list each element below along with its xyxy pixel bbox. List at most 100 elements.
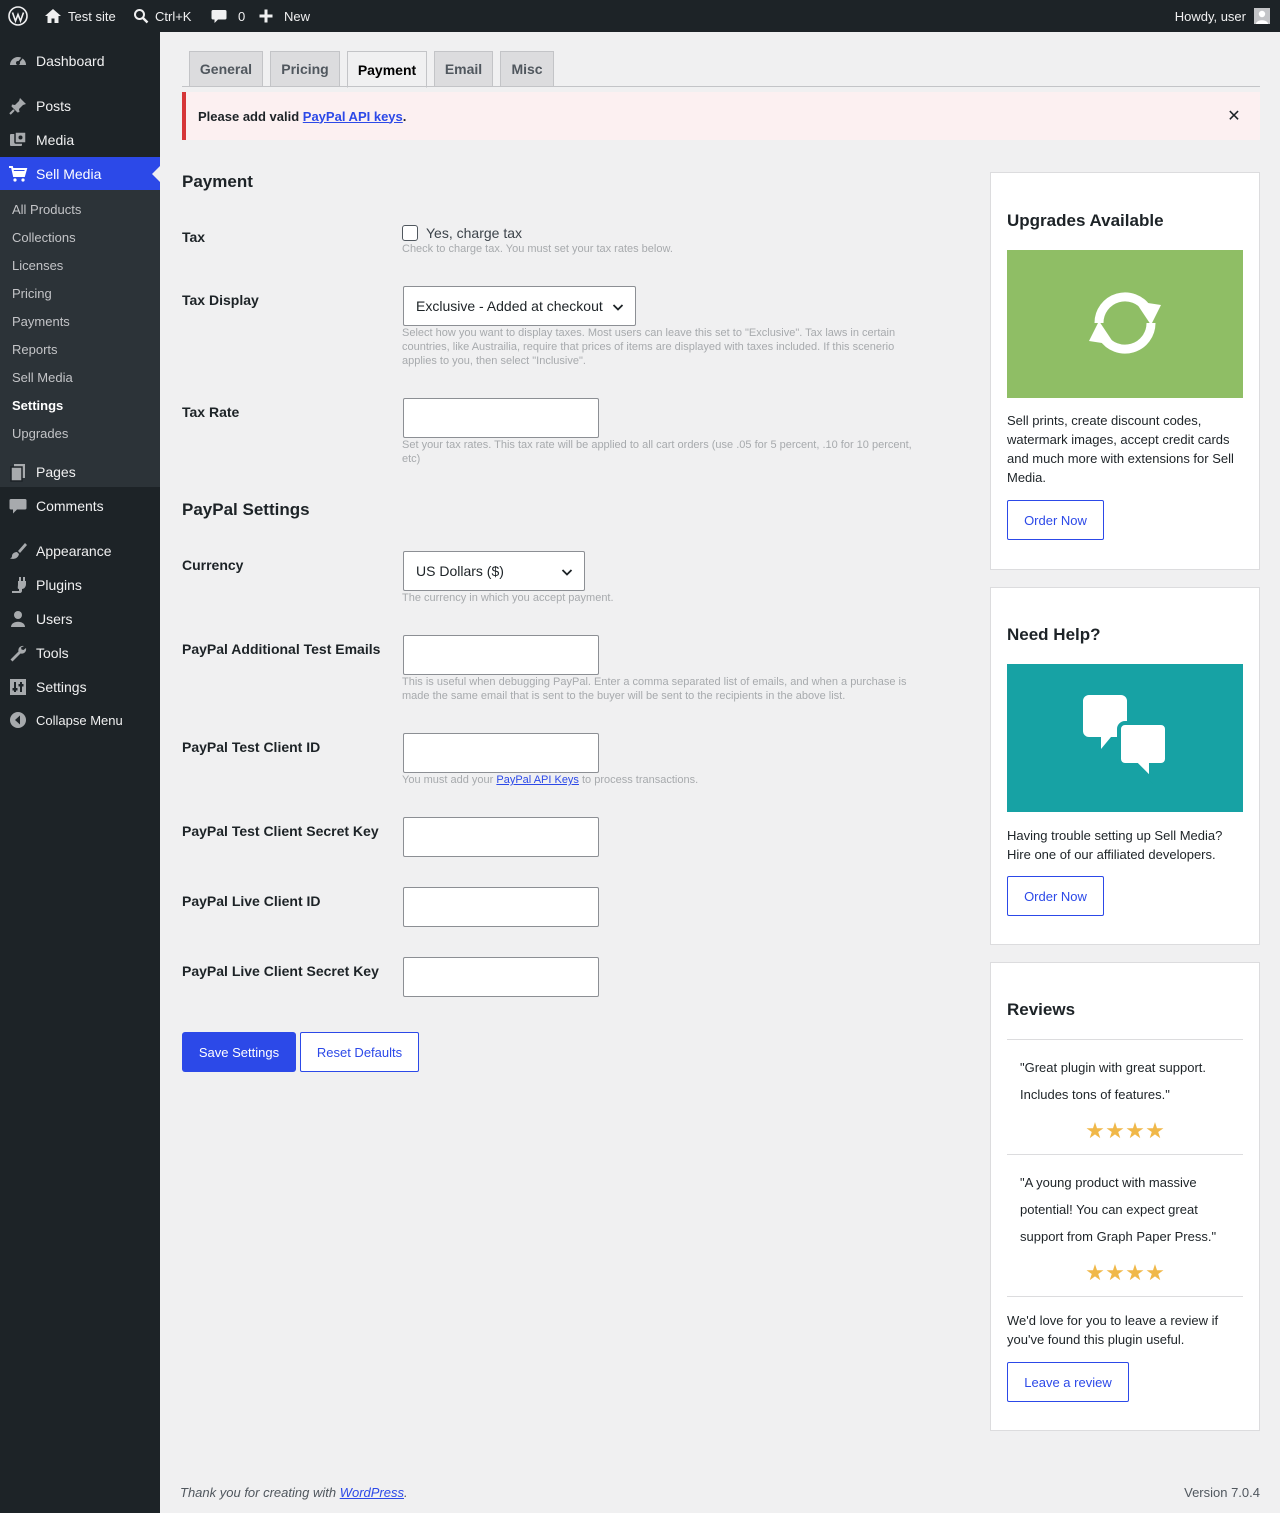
collapse-menu-button[interactable]: Collapse Menu — [0, 703, 160, 737]
review-rating-1: ★ ★ ★ ★ — [1085, 1120, 1165, 1142]
menu-settings[interactable]: Settings — [0, 670, 160, 704]
submenu-licenses[interactable]: Licenses — [12, 256, 63, 276]
paypal-api-keys-desc-link[interactable]: PayPal API Keys — [496, 774, 579, 786]
avatar — [1254, 8, 1270, 24]
admin-bar: Test site Ctrl+K 0 New Howdy, user — [0, 0, 1280, 32]
user-icon — [0, 609, 36, 629]
leave-review-button[interactable]: Leave a review — [1007, 1362, 1129, 1402]
menu-dashboard[interactable]: Dashboard — [0, 44, 160, 78]
wordpress-link[interactable]: WordPress — [340, 1485, 404, 1500]
paypal-test-emails-label: PayPal Additional Test Emails — [182, 641, 381, 657]
new-content-link[interactable]: New — [258, 0, 310, 32]
comment-icon — [0, 496, 36, 516]
tax-description: Check to charge tax. You must set your t… — [402, 243, 673, 255]
submenu-reports[interactable]: Reports — [12, 340, 58, 360]
paypal-test-client-id-input[interactable] — [403, 733, 599, 773]
paypal-live-client-id-input[interactable] — [403, 887, 599, 927]
upgrades-panel: Upgrades Available Sell prints, create d… — [990, 172, 1260, 570]
admin-sidebar: Dashboard Posts Media Sell Media All Pro… — [0, 32, 160, 1513]
submenu-sell-media[interactable]: Sell Media — [12, 368, 73, 388]
tab-email[interactable]: Email — [434, 51, 493, 87]
paypal-api-keys-link[interactable]: PayPal API keys — [303, 109, 403, 124]
paypal-live-secret-input[interactable] — [403, 957, 599, 997]
error-notice: Please add valid PayPal API keys. ✕ — [182, 92, 1260, 140]
help-title: Need Help? — [1007, 625, 1101, 644]
submenu-pricing[interactable]: Pricing — [12, 284, 52, 304]
paintbrush-icon — [0, 541, 36, 561]
submenu-payments[interactable]: Payments — [12, 312, 70, 332]
tab-general[interactable]: General — [189, 51, 263, 87]
section-title-paypal: PayPal Settings — [182, 500, 310, 519]
menu-sell-media[interactable]: Sell Media — [0, 157, 160, 191]
submenu-upgrades[interactable]: Upgrades — [12, 424, 68, 444]
submenu-all-products[interactable]: All Products — [12, 200, 81, 220]
submenu-collections[interactable]: Collections — [12, 228, 76, 248]
tab-pricing[interactable]: Pricing — [270, 51, 340, 87]
tax-display-select[interactable]: Exclusive - Added at checkout — [403, 286, 636, 326]
close-icon[interactable]: ✕ — [1226, 106, 1242, 126]
home-icon — [44, 7, 62, 25]
help-order-now-button[interactable]: Order Now — [1007, 876, 1104, 916]
user-account-menu[interactable]: Howdy, user — [1175, 0, 1270, 32]
currency-select[interactable]: US Dollars ($) — [403, 551, 585, 591]
search-icon — [133, 8, 149, 24]
paypal-test-secret-input[interactable] — [403, 817, 599, 857]
upgrades-text: Sell prints, create discount codes, wate… — [1007, 413, 1234, 485]
paypal-live-secret-label: PayPal Live Client Secret Key — [182, 963, 379, 979]
site-name-link[interactable]: Test site — [44, 0, 116, 32]
currency-label: Currency — [182, 557, 244, 573]
review-rating-2: ★ ★ ★ ★ — [1085, 1262, 1165, 1284]
submenu-settings[interactable]: Settings — [12, 396, 63, 416]
menu-posts[interactable]: Posts — [0, 89, 160, 123]
tab-divider — [182, 86, 1260, 87]
review-quote-1: "Great plugin with great support. Includ… — [1020, 1060, 1206, 1102]
tab-payment[interactable]: Payment — [347, 51, 427, 88]
tax-display-description: Select how you want to display taxes. Mo… — [402, 327, 896, 367]
paypal-test-emails-input[interactable] — [403, 635, 599, 675]
paypal-test-client-id-label: PayPal Test Client ID — [182, 739, 321, 755]
review-quote-2: "A young product with massive potential!… — [1020, 1175, 1217, 1244]
save-settings-button[interactable]: Save Settings — [182, 1032, 296, 1072]
upgrades-order-now-button[interactable]: Order Now — [1007, 500, 1104, 540]
star-icon: ★ — [1125, 1118, 1145, 1143]
menu-tools[interactable]: Tools — [0, 636, 160, 670]
menu-appearance[interactable]: Appearance — [0, 534, 160, 568]
upgrades-title: Upgrades Available — [1007, 211, 1164, 230]
plugin-icon — [0, 575, 36, 595]
dashboard-icon — [0, 51, 36, 71]
star-icon: ★ — [1085, 1118, 1105, 1143]
paypal-test-emails-description: This is useful when debugging PayPal. En… — [402, 676, 907, 702]
menu-pages[interactable]: Pages — [0, 455, 160, 489]
charge-tax-checkbox[interactable] — [402, 225, 418, 241]
collapse-arrow-icon — [0, 711, 36, 729]
settings-sliders-icon — [0, 677, 36, 697]
paypal-test-client-id-description: You must add your PayPal API Keys to pro… — [402, 774, 699, 786]
review-divider — [1007, 1154, 1243, 1155]
reviews-panel: Reviews "Great plugin with great support… — [990, 962, 1260, 1431]
tax-label: Tax — [182, 229, 206, 245]
wordpress-logo-icon[interactable] — [8, 0, 28, 32]
tax-rate-label: Tax Rate — [182, 404, 240, 420]
menu-plugins[interactable]: Plugins — [0, 568, 160, 602]
tab-misc[interactable]: Misc — [500, 51, 554, 87]
cart-icon — [0, 164, 36, 184]
menu-comments[interactable]: Comments — [0, 489, 160, 523]
command-palette-button[interactable]: Ctrl+K — [133, 0, 191, 32]
tax-display-label: Tax Display — [182, 292, 259, 308]
charge-tax-checkbox-label[interactable]: Yes, charge tax — [426, 225, 522, 241]
tax-rate-input[interactable] — [403, 398, 599, 438]
comments-link[interactable]: 0 — [210, 0, 245, 32]
wrench-icon — [0, 643, 36, 663]
star-icon: ★ — [1105, 1260, 1125, 1285]
star-icon: ★ — [1125, 1260, 1145, 1285]
media-icon — [0, 130, 36, 150]
reset-defaults-button[interactable]: Reset Defaults — [300, 1032, 419, 1072]
review-divider — [1007, 1039, 1243, 1040]
comment-icon — [210, 7, 228, 25]
star-icon: ★ — [1145, 1260, 1165, 1285]
menu-users[interactable]: Users — [0, 602, 160, 636]
menu-media[interactable]: Media — [0, 123, 160, 157]
pages-icon — [0, 462, 36, 482]
footer-version: Version 7.0.4 — [1184, 1485, 1260, 1500]
star-icon: ★ — [1105, 1118, 1125, 1143]
